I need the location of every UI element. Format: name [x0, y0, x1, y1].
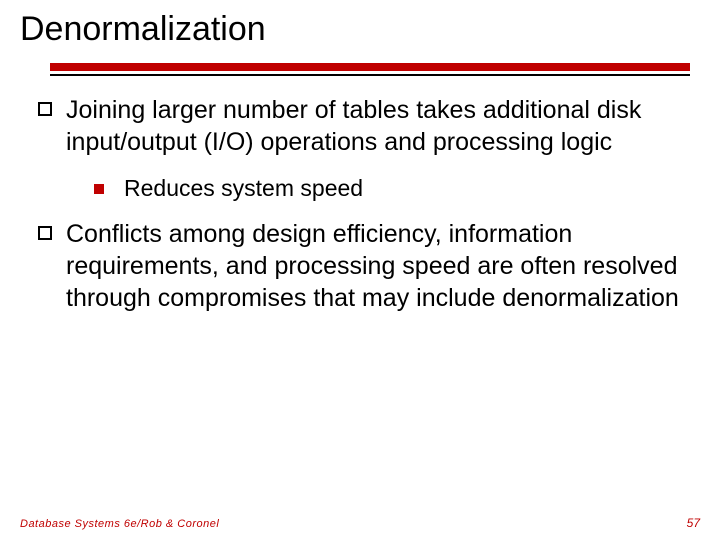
filled-square-bullet-icon	[94, 184, 104, 194]
subbullet-1-text: Reduces system speed	[124, 174, 690, 204]
square-bullet-icon	[38, 102, 52, 116]
slide: Denormalization Joining larger number of…	[0, 0, 720, 540]
slide-title: Denormalization	[20, 10, 700, 49]
bullet-1: Joining larger number of tables takes ad…	[38, 94, 690, 158]
rule-thick	[50, 63, 690, 71]
bullet-2: Conflicts among design efficiency, infor…	[38, 218, 690, 314]
square-bullet-icon	[38, 226, 52, 240]
rule-thin	[50, 74, 690, 76]
title-rule	[50, 63, 690, 76]
footer-source: Database Systems 6e/Rob & Coronel	[20, 518, 219, 530]
bullet-2-text: Conflicts among design efficiency, infor…	[66, 218, 690, 314]
footer: Database Systems 6e/Rob & Coronel 57	[20, 516, 700, 530]
subbullet-1: Reduces system speed	[94, 174, 690, 204]
bullet-1-text: Joining larger number of tables takes ad…	[66, 94, 690, 158]
content: Joining larger number of tables takes ad…	[20, 94, 700, 314]
page-number: 57	[687, 516, 700, 530]
